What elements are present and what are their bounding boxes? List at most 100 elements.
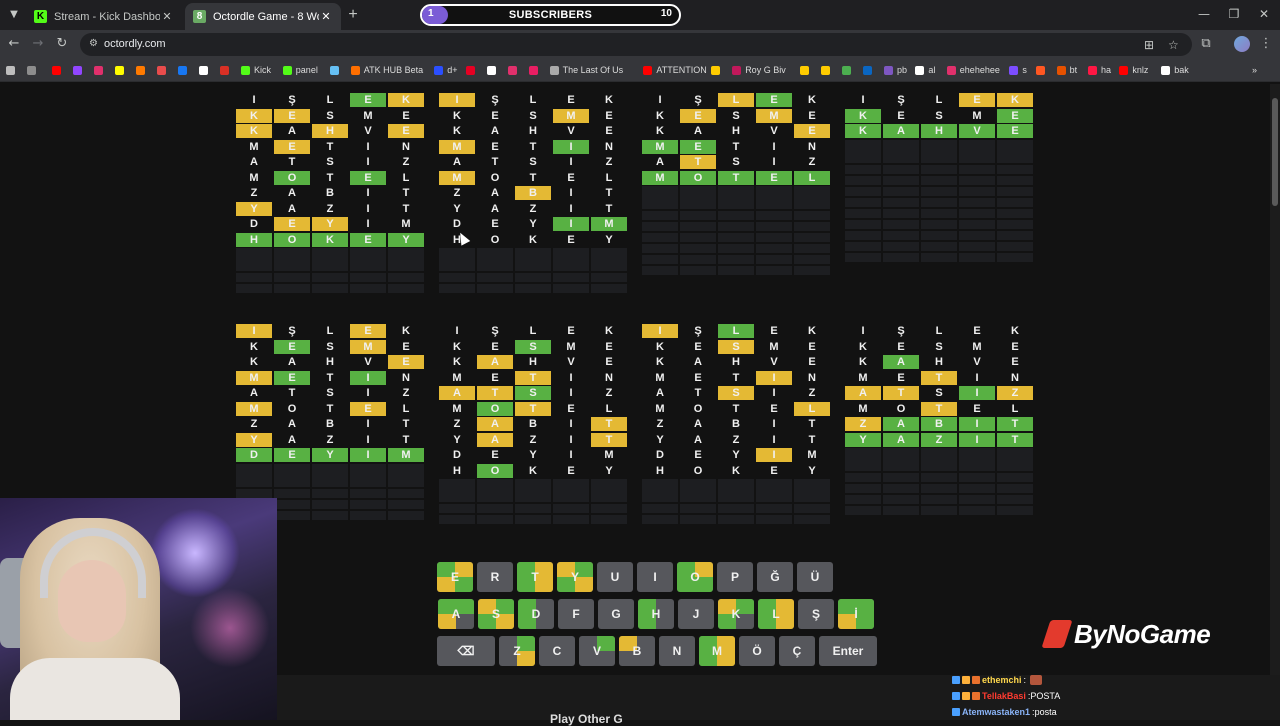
enter-key[interactable]: Enter bbox=[819, 636, 877, 666]
bookmark-item[interactable]: s bbox=[1009, 63, 1027, 77]
key-ü[interactable]: Ü bbox=[797, 562, 833, 592]
bookmark-item[interactable] bbox=[465, 63, 479, 77]
bookmark-item[interactable] bbox=[220, 63, 233, 77]
key-n[interactable]: N bbox=[659, 636, 695, 666]
bookmark-item[interactable]: ATK HUB Beta bbox=[350, 63, 423, 77]
new-tab-button[interactable]: + bbox=[345, 6, 361, 24]
key-l[interactable]: L bbox=[758, 599, 794, 629]
key-c[interactable]: C bbox=[539, 636, 575, 666]
key-j[interactable]: J bbox=[678, 599, 714, 629]
bookmark-item[interactable]: bak bbox=[1161, 63, 1189, 77]
bookmark-item[interactable] bbox=[800, 63, 813, 77]
key-p[interactable]: P bbox=[717, 562, 753, 592]
bookmark-item[interactable]: ehehehee bbox=[946, 63, 1000, 77]
tab-octordle[interactable]: 8 Octordle Game - 8 Words Word ✕ bbox=[185, 3, 341, 30]
scrollbar-thumb[interactable] bbox=[1272, 98, 1278, 206]
bookmarks-overflow-icon[interactable]: » bbox=[1252, 63, 1257, 77]
bookmark-item[interactable] bbox=[486, 63, 500, 77]
key-o[interactable]: O bbox=[677, 562, 713, 592]
bookmark-item[interactable] bbox=[157, 63, 170, 77]
chat-text: POSTA bbox=[1030, 691, 1061, 701]
bookmark-item[interactable] bbox=[52, 63, 65, 77]
bookmark-item[interactable] bbox=[329, 63, 343, 77]
forward-icon[interactable]: → bbox=[30, 36, 46, 52]
key-ö[interactable]: Ö bbox=[739, 636, 775, 666]
youtube-icon bbox=[643, 65, 653, 75]
bookmark-item[interactable] bbox=[842, 63, 855, 77]
bookmark-item[interactable]: bt bbox=[1056, 63, 1077, 77]
key-h[interactable]: H bbox=[638, 599, 674, 629]
bookmark-item[interactable] bbox=[711, 63, 724, 77]
play-other-games-heading[interactable]: Play Other G bbox=[550, 712, 623, 726]
maximize-icon[interactable]: ❐ bbox=[1225, 7, 1243, 21]
tab-search-icon[interactable]: ▼ bbox=[6, 7, 22, 23]
bookmark-grid-icon[interactable] bbox=[27, 63, 40, 77]
key-s[interactable]: S bbox=[478, 599, 514, 629]
key-m[interactable]: M bbox=[699, 636, 735, 666]
key-g[interactable]: G bbox=[598, 599, 634, 629]
reload-icon[interactable]: ↻ bbox=[54, 36, 70, 52]
key-r[interactable]: R bbox=[477, 562, 513, 592]
back-icon[interactable]: ← bbox=[6, 36, 22, 52]
bookmark-item[interactable] bbox=[1035, 63, 1049, 77]
key-z[interactable]: Z bbox=[499, 636, 535, 666]
key-ğ[interactable]: Ğ bbox=[757, 562, 793, 592]
bookmark-item[interactable] bbox=[507, 63, 521, 77]
key-ş[interactable]: Ş bbox=[798, 599, 834, 629]
key-y[interactable]: Y bbox=[557, 562, 593, 592]
key-a[interactable]: A bbox=[438, 599, 474, 629]
bookmark-item[interactable] bbox=[73, 63, 86, 77]
bookmark-item[interactable] bbox=[863, 63, 876, 77]
letter-tile: K bbox=[656, 356, 664, 368]
tab-kick-dashboard[interactable]: K Stream - Kick Dashboard ✕ bbox=[26, 3, 182, 30]
bookmark-item[interactable] bbox=[94, 63, 107, 77]
bookmark-item[interactable] bbox=[528, 63, 542, 77]
key-f[interactable]: F bbox=[558, 599, 594, 629]
key-t[interactable]: T bbox=[517, 562, 553, 592]
bookmark-item[interactable]: al bbox=[915, 63, 935, 77]
profile-avatar[interactable] bbox=[1234, 36, 1250, 52]
address-bar[interactable]: ⚙ octordly.com ⊞ ☆ bbox=[80, 33, 1192, 56]
bookmark-item[interactable]: The Last Of Us bbox=[549, 63, 623, 77]
translate-icon[interactable]: ⊞ bbox=[1144, 38, 1154, 52]
page-scrollbar[interactable] bbox=[1270, 84, 1280, 675]
bookmark-item[interactable]: pb bbox=[884, 63, 907, 77]
letter-tile: A bbox=[491, 187, 499, 199]
close-icon[interactable]: ✕ bbox=[319, 10, 333, 23]
letter-tile: E bbox=[350, 401, 386, 416]
bookmark-apps-icon[interactable] bbox=[6, 63, 19, 77]
bookmark-star-icon[interactable]: ☆ bbox=[1168, 38, 1179, 52]
bookmark-item[interactable]: panel bbox=[282, 63, 318, 77]
key-b[interactable]: B bbox=[619, 636, 655, 666]
bookmark-item[interactable] bbox=[115, 63, 128, 77]
minimize-icon[interactable]: — bbox=[1195, 7, 1213, 21]
bookmark-item[interactable] bbox=[136, 63, 149, 77]
window-close-icon[interactable]: ✕ bbox=[1255, 7, 1273, 21]
key-v[interactable]: V bbox=[579, 636, 615, 666]
letter-tile: E bbox=[350, 324, 386, 338]
key-ç[interactable]: Ç bbox=[779, 636, 815, 666]
empty-tile bbox=[845, 230, 881, 240]
close-icon[interactable]: ✕ bbox=[160, 10, 174, 23]
key-i[interactable]: I bbox=[637, 562, 673, 592]
key-u[interactable]: U bbox=[597, 562, 633, 592]
bookmark-item[interactable]: knlz bbox=[1119, 63, 1148, 77]
bookmark-item[interactable]: ha bbox=[1088, 63, 1111, 77]
key-e[interactable]: E bbox=[437, 562, 473, 592]
bookmark-item[interactable]: ATTENTION bbox=[643, 63, 707, 77]
backspace-key[interactable]: ⌫ bbox=[437, 636, 495, 666]
extensions-icon[interactable]: ⧉ bbox=[1198, 36, 1214, 52]
bookmark-item[interactable] bbox=[199, 63, 212, 77]
letter-tile: M bbox=[972, 109, 982, 122]
bookmark-item[interactable] bbox=[821, 63, 834, 77]
key-k[interactable]: K bbox=[718, 599, 754, 629]
bookmark-item[interactable]: Roy G Biv bbox=[732, 63, 786, 77]
bookmark-item[interactable] bbox=[178, 63, 191, 77]
site-info-icon[interactable]: ⚙ bbox=[89, 38, 98, 49]
key-d[interactable]: D bbox=[518, 599, 554, 629]
key-label: R bbox=[490, 570, 500, 584]
browser-menu-icon[interactable]: ⋮ bbox=[1258, 36, 1274, 52]
bookmark-item[interactable]: d+ bbox=[434, 63, 457, 77]
bookmark-item[interactable]: Kick bbox=[241, 63, 271, 77]
key-i̇[interactable]: İ bbox=[838, 599, 874, 629]
